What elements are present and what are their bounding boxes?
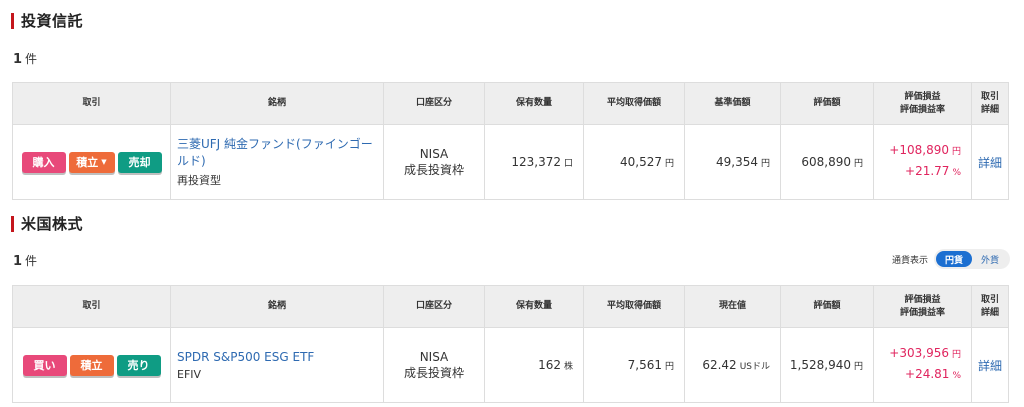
table-row: 購入 積立 ▼ 売却 三菱UFJ 純金ファンド(ファインゴールド) 再投資型 NI… bbox=[12, 124, 1009, 200]
account-type-cell: NISA 成長投資枠 bbox=[383, 124, 485, 200]
avg-cost-cell: 7,561 円 bbox=[583, 327, 685, 403]
security-sub-label: 再投資型 bbox=[177, 174, 221, 187]
section-header-funds: 投資信託 bbox=[11, 10, 83, 31]
detail-cell: 詳細 bbox=[971, 124, 1009, 200]
quantity-cell: 123,372 口 bbox=[484, 124, 584, 200]
col-header-account: 口座区分 bbox=[383, 285, 485, 328]
price-cell: 62.42 USドル bbox=[684, 327, 781, 403]
currency-option-yen[interactable]: 円貨 bbox=[935, 251, 972, 267]
col-header-detail: 取引 詳細 bbox=[971, 82, 1009, 125]
col-header-trade: 取引 bbox=[12, 82, 171, 125]
currency-toggle-label: 通貨表示 bbox=[891, 255, 928, 266]
price-cell: 49,354 円 bbox=[684, 124, 781, 200]
sell-button[interactable]: 売却 bbox=[117, 151, 162, 173]
col-header-price: 現在値 bbox=[684, 285, 781, 328]
section-header-us-stocks: 米国株式 bbox=[11, 213, 83, 234]
valuation-cell: 1,528,940 円 bbox=[780, 327, 874, 403]
table-row: 買い 積立 売り SPDR S&P500 ESG ETF EFIV NISA 成… bbox=[12, 327, 1009, 403]
account-type-cell: NISA 成長投資枠 bbox=[383, 327, 485, 403]
caret-down-icon: ▼ bbox=[101, 158, 107, 166]
gain-cell: +303,956 円 +24.81% bbox=[873, 327, 972, 403]
gain-cell: +108,890 円 +21.77% bbox=[873, 124, 972, 200]
sell-button[interactable]: 売り bbox=[116, 354, 161, 376]
col-header-gain: 評価損益 評価損益率 bbox=[873, 82, 972, 125]
col-header-detail: 取引 詳細 bbox=[971, 285, 1009, 328]
col-header-valuation: 評価額 bbox=[780, 285, 874, 328]
col-header-trade: 取引 bbox=[12, 285, 171, 328]
security-name-link[interactable]: 三菱UFJ 純金ファンド(ファインゴールド) bbox=[177, 136, 375, 170]
section-accent-bar bbox=[11, 12, 14, 29]
col-header-quantity: 保有数量 bbox=[484, 285, 584, 328]
col-header-price: 基準価額 bbox=[684, 82, 781, 125]
detail-link[interactable]: 詳細 bbox=[978, 156, 1002, 170]
item-count: 1件 bbox=[13, 254, 38, 269]
quantity-cell: 162 株 bbox=[484, 327, 584, 403]
trade-cell: 買い 積立 売り bbox=[12, 327, 171, 403]
holdings-table-funds: 取引 銘柄 口座区分 保有数量 平均取得価額 基準価額 評価額 評価損益 評価損… bbox=[12, 82, 1009, 200]
col-header-quantity: 保有数量 bbox=[484, 82, 584, 125]
tsumitate-button[interactable]: 積立 bbox=[69, 354, 114, 376]
col-header-name: 銘柄 bbox=[170, 82, 384, 125]
item-count: 1件 bbox=[13, 52, 38, 67]
security-name-link[interactable]: SPDR S&P500 ESG ETF bbox=[177, 349, 375, 366]
col-header-avg-cost: 平均取得価額 bbox=[583, 285, 685, 328]
col-header-gain: 評価損益 評価損益率 bbox=[873, 285, 972, 328]
tsumitate-dropdown-button[interactable]: 積立 ▼ bbox=[68, 151, 115, 173]
detail-cell: 詳細 bbox=[971, 327, 1009, 403]
buy-button[interactable]: 買い bbox=[22, 354, 67, 376]
currency-option-foreign[interactable]: 外貨 bbox=[972, 251, 1008, 267]
section-title: 投資信託 bbox=[21, 12, 84, 30]
security-ticker: EFIV bbox=[177, 368, 202, 381]
col-header-account: 口座区分 bbox=[383, 82, 485, 125]
trade-cell: 購入 積立 ▼ 売却 bbox=[12, 124, 171, 200]
avg-cost-cell: 40,527 円 bbox=[583, 124, 685, 200]
valuation-cell: 608,890 円 bbox=[780, 124, 874, 200]
holdings-table-us-stocks: 取引 銘柄 口座区分 保有数量 平均取得価額 現在値 評価額 評価損益 評価損益… bbox=[12, 285, 1009, 403]
buy-button[interactable]: 購入 bbox=[21, 151, 66, 173]
security-name-cell: SPDR S&P500 ESG ETF EFIV bbox=[170, 327, 384, 403]
table-header-row: 取引 銘柄 口座区分 保有数量 平均取得価額 現在値 評価額 評価損益 評価損益… bbox=[12, 285, 1009, 328]
section-title: 米国株式 bbox=[21, 215, 84, 233]
col-header-valuation: 評価額 bbox=[780, 82, 874, 125]
col-header-avg-cost: 平均取得価額 bbox=[583, 82, 685, 125]
security-name-cell: 三菱UFJ 純金ファンド(ファインゴールド) 再投資型 bbox=[170, 124, 384, 200]
currency-toggle-switch: 円貨 外貨 bbox=[933, 249, 1010, 269]
currency-display-toggle: 通貨表示 円貨 外貨 bbox=[892, 249, 1010, 269]
detail-link[interactable]: 詳細 bbox=[978, 359, 1002, 373]
col-header-name: 銘柄 bbox=[170, 285, 384, 328]
section-accent-bar bbox=[11, 215, 14, 232]
table-header-row: 取引 銘柄 口座区分 保有数量 平均取得価額 基準価額 評価額 評価損益 評価損… bbox=[12, 82, 1009, 125]
